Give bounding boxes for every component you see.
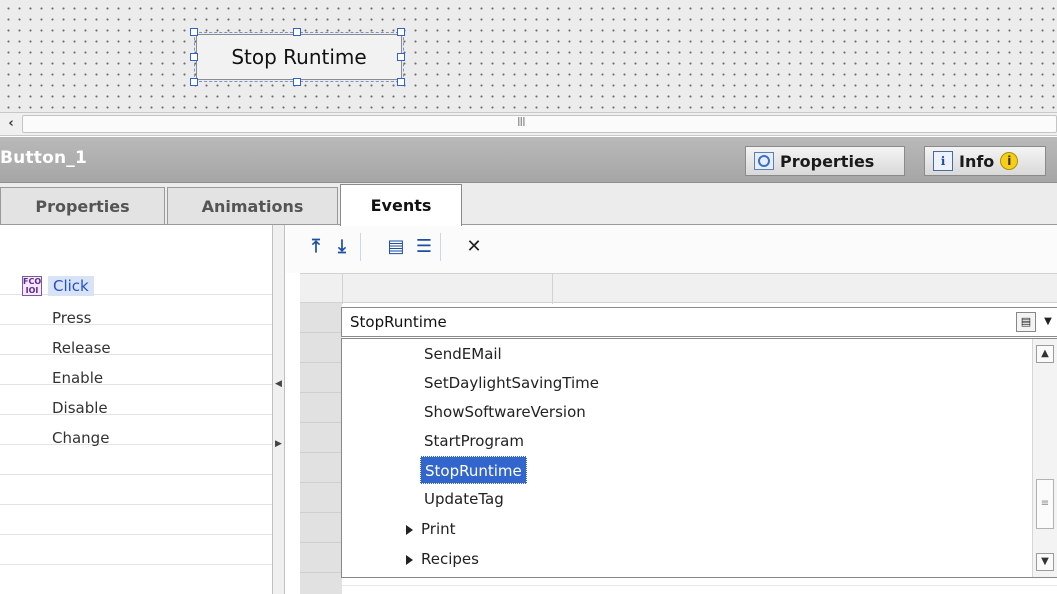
scroll-grip-icon: III xyxy=(517,115,526,129)
expand-icon[interactable]: ▤ xyxy=(384,235,408,259)
selection-handle[interactable] xyxy=(397,28,405,36)
grid-row-line xyxy=(342,585,1057,586)
event-press[interactable]: Press xyxy=(52,309,91,327)
info-icon: ℹ xyxy=(933,151,953,171)
inspector-title: Button_1 xyxy=(0,148,88,168)
grid-column-divider xyxy=(342,274,343,304)
expand-triangle-icon xyxy=(406,554,413,565)
selection-handle[interactable] xyxy=(397,78,405,86)
tab-properties-label: Properties xyxy=(780,151,875,171)
list-row xyxy=(0,535,272,565)
delete-icon[interactable]: ✕ xyxy=(462,235,486,259)
event-click[interactable]: FCO IOI Click xyxy=(22,273,94,299)
selection-handle[interactable] xyxy=(397,53,405,61)
list-row xyxy=(0,355,272,385)
list-icon[interactable]: ☰ xyxy=(412,235,436,259)
move-down-icon[interactable]: ⤓ xyxy=(330,235,354,259)
selection-handle[interactable] xyxy=(293,28,301,36)
selection-handle[interactable] xyxy=(293,78,301,86)
toolbar-separator xyxy=(440,233,441,261)
scroll-up-icon[interactable]: ▲ xyxy=(1036,345,1054,363)
event-click-label: Click xyxy=(48,276,94,296)
scroll-thumb[interactable]: ≡ xyxy=(1036,479,1054,529)
toolbar-separator xyxy=(360,233,361,261)
dropdown-arrow-icon[interactable]: ▼ xyxy=(1038,308,1057,336)
grid-row-header xyxy=(300,513,342,543)
scroll-left-icon[interactable]: ‹ xyxy=(2,115,20,133)
info-badge-icon: i xyxy=(1000,152,1019,170)
grid-row-header xyxy=(300,423,342,453)
selection-handle[interactable] xyxy=(190,53,198,61)
selection-frame xyxy=(194,32,404,82)
list-row xyxy=(0,325,272,355)
event-change[interactable]: Change xyxy=(52,429,109,447)
grid-row-header xyxy=(300,393,342,423)
function-list-icon: FCO IOI xyxy=(22,276,42,296)
list-row xyxy=(0,445,272,475)
grid-row-header xyxy=(300,573,342,594)
function-item-showsoftwareversion[interactable]: ShowSoftwareVersion xyxy=(424,398,586,426)
subtab-bar: Properties Animations Events xyxy=(0,183,1057,226)
subtab-animations[interactable]: Animations xyxy=(167,187,338,224)
function-combo-value[interactable]: StopRuntime xyxy=(342,313,1016,331)
collapse-left-icon[interactable]: ◀ xyxy=(273,371,284,397)
tab-info[interactable]: ℹ Info i xyxy=(924,146,1046,176)
function-dropdown[interactable]: SendEMail SetDaylightSavingTime ShowSoft… xyxy=(341,338,1057,578)
folder-print[interactable]: Print xyxy=(406,515,456,543)
function-item-setdaylightsavingtime[interactable]: SetDaylightSavingTime xyxy=(424,369,599,397)
list-row xyxy=(0,505,272,535)
grid-row-header xyxy=(300,303,342,333)
function-item-startprogram[interactable]: StartProgram xyxy=(424,427,524,455)
horizontal-scrollbar[interactable]: ‹ III xyxy=(0,112,1057,136)
list-row xyxy=(0,565,272,594)
scroll-thumb[interactable] xyxy=(22,115,1057,133)
function-panel: ⤒ ⤓ ▤ ☰ ✕ StopRuntime ▤ ▼ SendEMail SetD… xyxy=(286,225,1057,594)
properties-icon xyxy=(754,152,774,170)
move-up-icon[interactable]: ⤒ xyxy=(304,235,328,259)
tab-properties[interactable]: Properties xyxy=(745,146,905,176)
function-list-button[interactable]: ▤ xyxy=(1016,312,1036,332)
folder-print-label: Print xyxy=(421,520,456,538)
function-toolbar: ⤒ ⤓ ▤ ☰ ✕ xyxy=(286,225,1057,273)
grid-row-header xyxy=(300,453,342,483)
subtab-events[interactable]: Events xyxy=(340,184,462,226)
grid-row-header xyxy=(300,543,342,573)
events-list: FCO IOI Click Press Release Enable Disab… xyxy=(0,225,272,594)
event-disable[interactable]: Disable xyxy=(52,399,108,417)
tab-info-label: Info xyxy=(959,151,995,171)
expand-triangle-icon xyxy=(406,524,413,535)
selection-handle[interactable] xyxy=(190,28,198,36)
grid-row-header xyxy=(300,363,342,393)
list-row xyxy=(0,385,272,415)
screen-canvas[interactable]: Stop Runtime xyxy=(0,0,1057,112)
folder-recipes-label: Recipes xyxy=(421,550,479,568)
grid-row-header xyxy=(300,333,342,363)
event-release[interactable]: Release xyxy=(52,339,111,357)
expand-right-icon[interactable]: ▶ xyxy=(273,431,284,457)
grid-column-divider xyxy=(552,274,553,304)
function-item-updatetag[interactable]: UpdateTag xyxy=(424,485,504,513)
list-row xyxy=(0,295,272,325)
panel-splitter[interactable]: ◀ ▶ xyxy=(272,225,285,594)
function-combo-box[interactable]: StopRuntime ▤ ▼ xyxy=(341,307,1057,337)
selection-handle[interactable] xyxy=(190,78,198,86)
scroll-down-icon[interactable]: ▼ xyxy=(1036,553,1054,571)
dropdown-scrollbar[interactable]: ▲ ≡ ▼ xyxy=(1032,339,1057,577)
subtab-properties[interactable]: Properties xyxy=(0,187,165,224)
folder-recipes[interactable]: Recipes xyxy=(406,545,479,573)
list-row xyxy=(0,415,272,445)
function-item-sendemail[interactable]: SendEMail xyxy=(424,340,502,368)
grid-header xyxy=(300,273,1057,304)
grid-row-header xyxy=(300,483,342,513)
function-item-stopruntime[interactable]: StopRuntime xyxy=(420,456,527,484)
inspector-header: Button_1 Properties ℹ Info i xyxy=(0,137,1057,183)
event-enable[interactable]: Enable xyxy=(52,369,103,387)
list-row xyxy=(0,475,272,505)
